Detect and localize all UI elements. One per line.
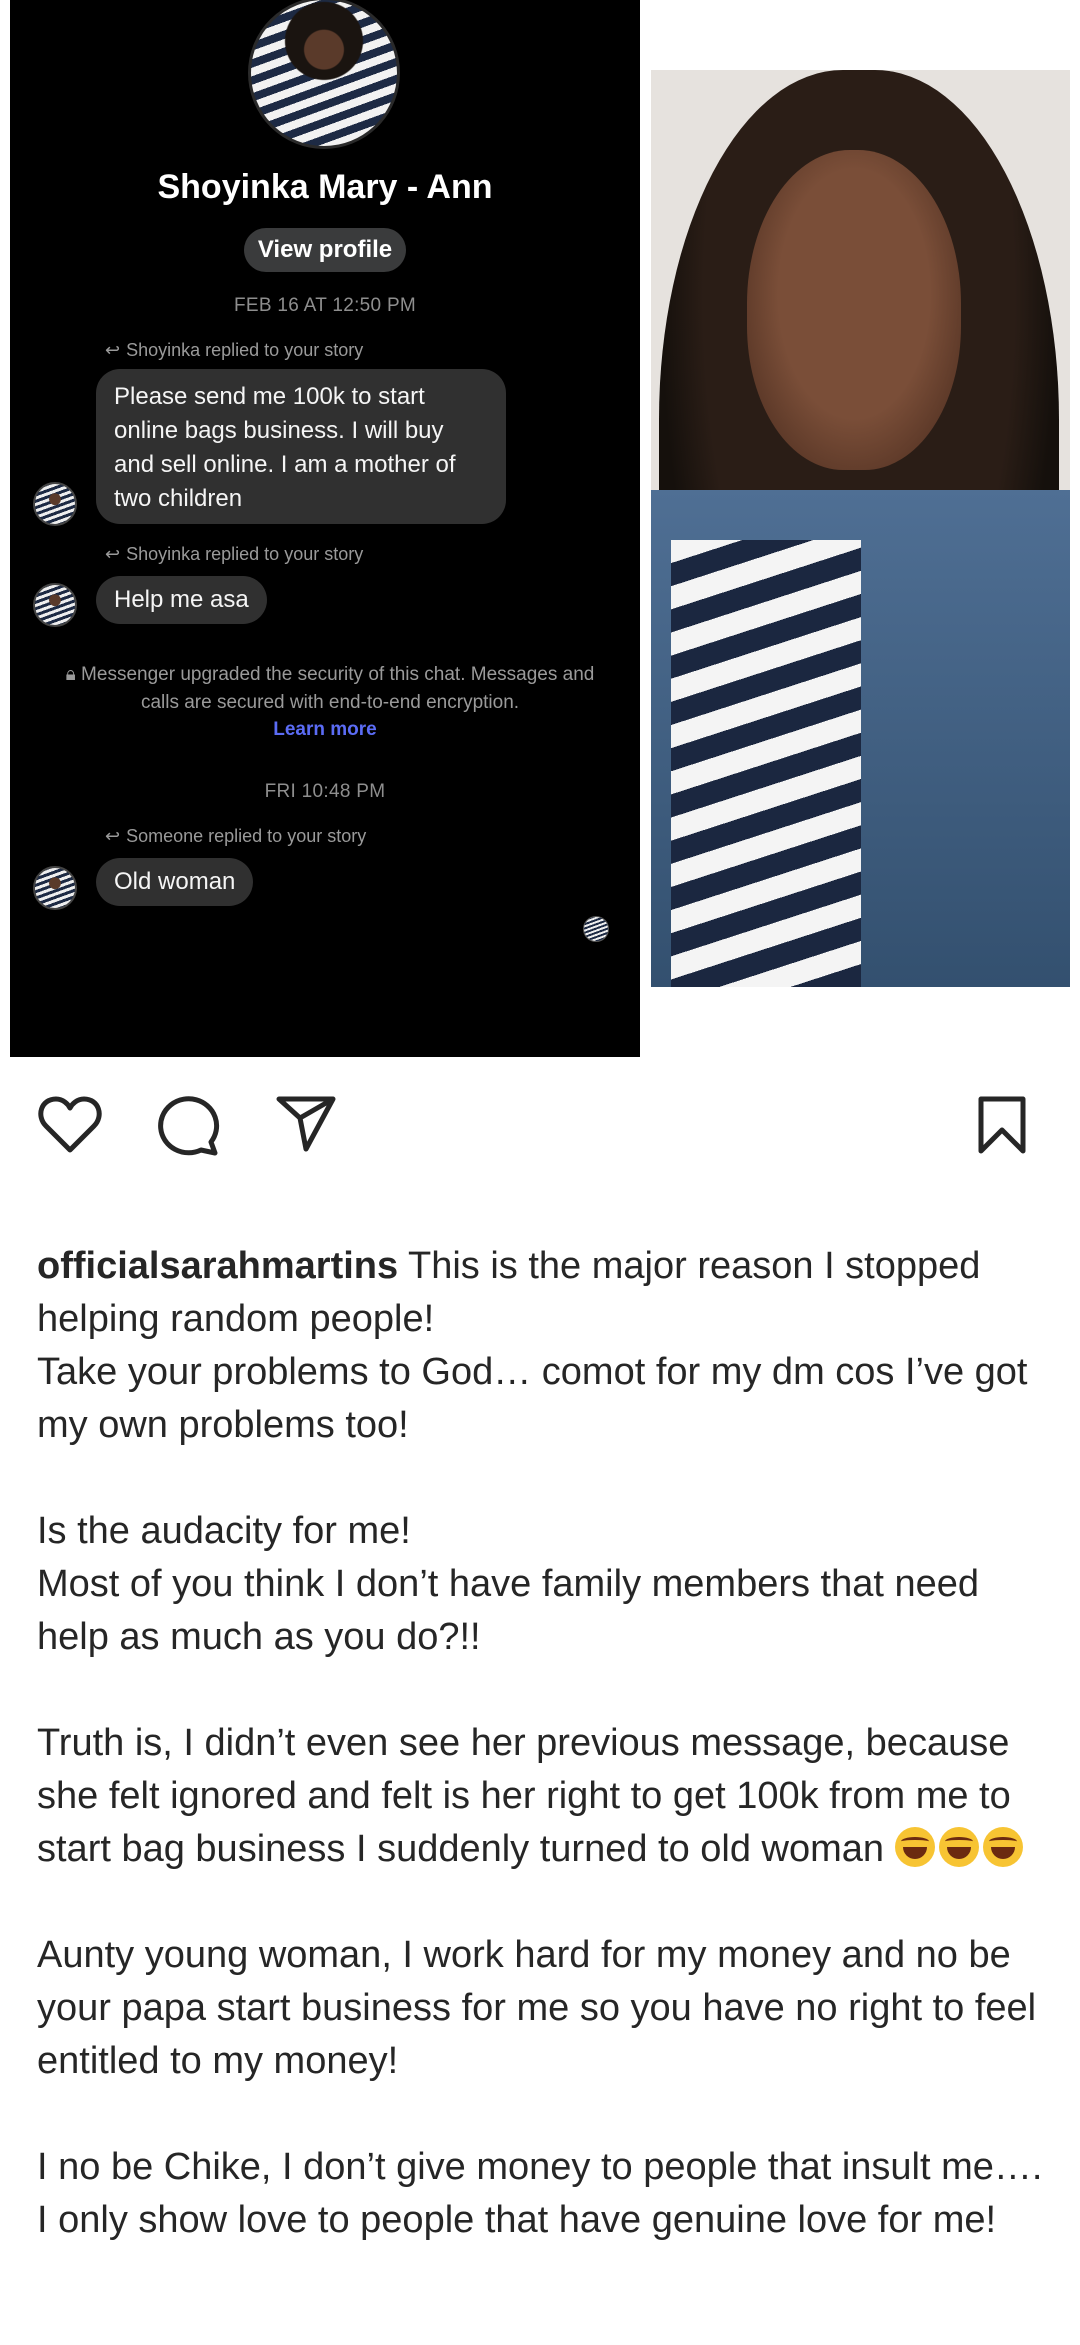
seen-avatar xyxy=(583,916,609,942)
post-caption: officialsarahmartins This is the major r… xyxy=(37,1240,1047,2247)
caption-text: Is the audacity for me! xyxy=(37,1510,411,1552)
encryption-notice-text: Messenger upgraded the security of this … xyxy=(81,664,595,713)
caption-paragraph: Truth is, I didn’t even see her previous… xyxy=(37,1717,1047,1876)
story-reply-note: ↩ Shoyinka replied to your story xyxy=(105,544,363,565)
lock-icon: 🔒︎ xyxy=(65,664,76,685)
caption-text: Truth is, I didn’t even see her previous… xyxy=(37,1722,1011,1870)
comment-icon[interactable] xyxy=(157,1094,221,1156)
caption-text: Aunty young woman, I work hard for my mo… xyxy=(37,1934,1037,2082)
reply-arrow-icon: ↩ xyxy=(105,544,121,564)
story-reply-note: ↩ Someone replied to your story xyxy=(105,826,366,847)
profile-name: Shoyinka Mary - Ann xyxy=(157,168,493,206)
laughing-emoji-icon xyxy=(894,1827,935,1867)
story-reply-text: Shoyinka replied to your story xyxy=(126,340,364,360)
learn-more-link[interactable]: Learn more xyxy=(10,719,640,741)
messenger-screenshot: Shoyinka Mary - Ann View profile FEB 16 … xyxy=(10,0,640,1057)
sender-avatar[interactable] xyxy=(33,866,77,910)
encryption-notice: 🔒︎ Messenger upgraded the security of th… xyxy=(50,661,610,717)
sender-avatar[interactable] xyxy=(33,583,77,627)
heart-icon[interactable] xyxy=(38,1094,102,1154)
laughing-emoji-icon xyxy=(982,1827,1023,1867)
message-bubble[interactable]: Please send me 100k to start online bags… xyxy=(96,369,506,524)
reply-arrow-icon: ↩ xyxy=(105,826,121,846)
caption-text: Most of you think I don’t have family me… xyxy=(37,1563,980,1658)
view-profile-button[interactable]: View profile xyxy=(244,228,406,272)
story-reply-text: Shoyinka replied to your story xyxy=(126,544,364,564)
story-reply-text: Someone replied to your story xyxy=(126,826,367,846)
caption-paragraph: officialsarahmartins This is the major r… xyxy=(37,1240,1047,1346)
message-bubble[interactable]: Old woman xyxy=(96,858,254,906)
message-timestamp: FRI 10:48 PM xyxy=(264,781,386,802)
laughing-emoji-icon xyxy=(938,1827,979,1867)
profile-avatar[interactable] xyxy=(248,0,400,149)
message-bubble[interactable]: Help me asa xyxy=(96,576,267,624)
selfie-photo[interactable] xyxy=(651,70,1070,987)
caption-text: I no be Chike, I don’t give money to peo… xyxy=(37,2146,1043,2241)
reply-arrow-icon: ↩ xyxy=(105,340,121,360)
story-reply-note: ↩ Shoyinka replied to your story xyxy=(105,340,363,361)
sender-avatar[interactable] xyxy=(33,482,77,526)
send-icon[interactable] xyxy=(275,1094,337,1152)
caption-text: Take your problems to God… comot for my … xyxy=(37,1351,1028,1446)
message-timestamp: FEB 16 AT 12:50 PM xyxy=(233,295,417,316)
caption-username[interactable]: officialsarahmartins xyxy=(37,1245,398,1287)
bookmark-icon[interactable] xyxy=(976,1094,1028,1156)
